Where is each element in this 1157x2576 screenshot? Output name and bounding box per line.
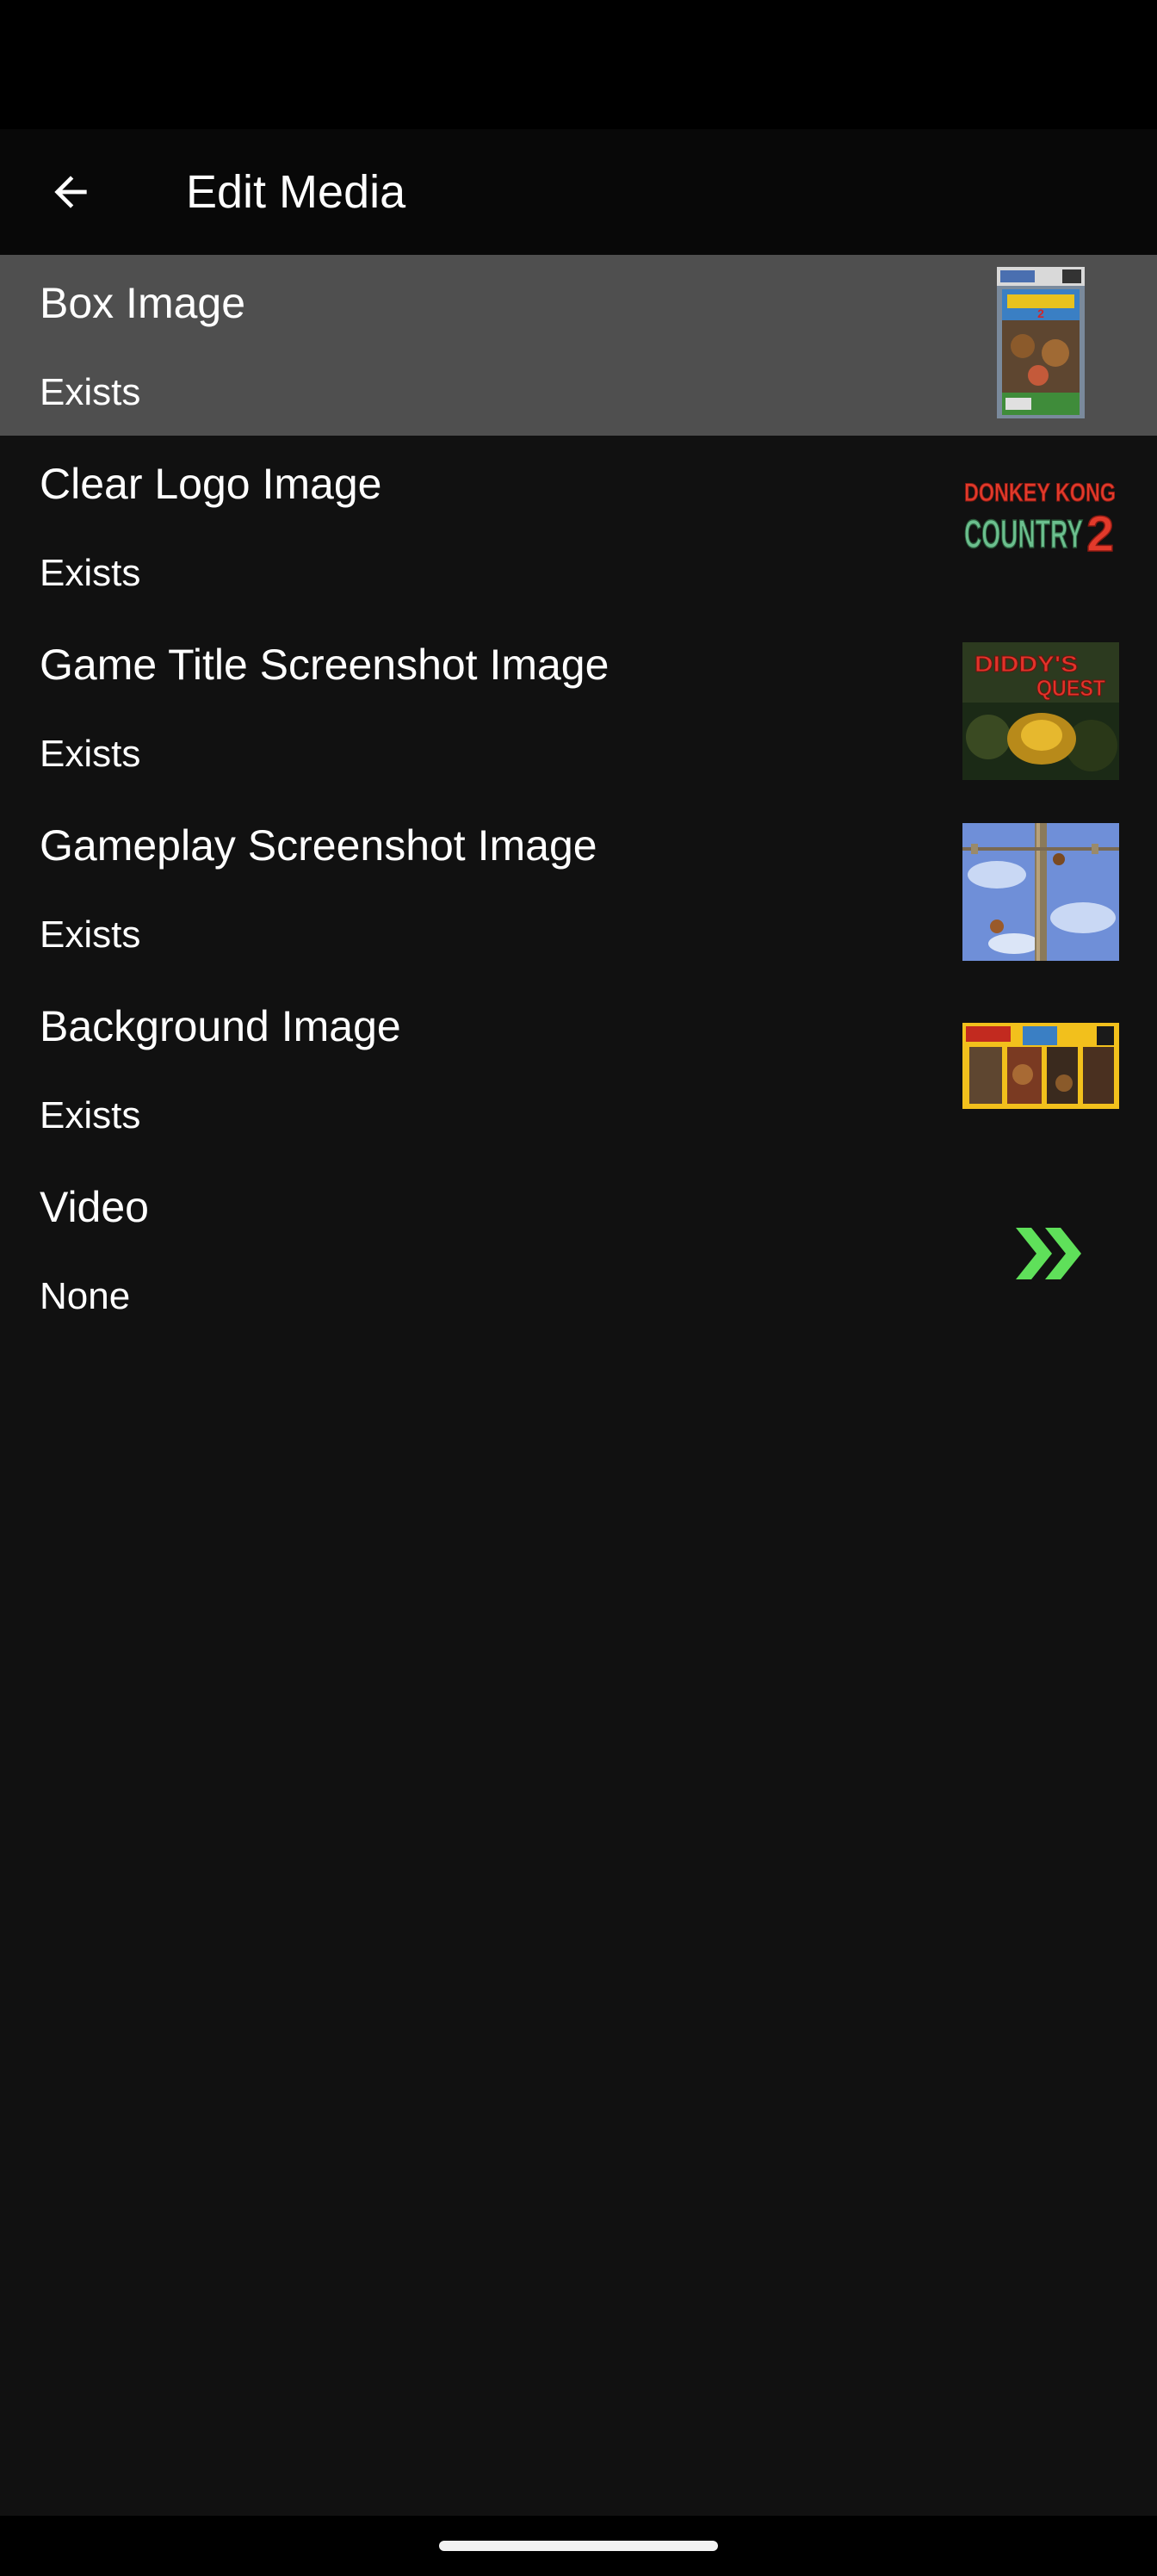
double-chevron-right-icon: [1014, 1224, 1086, 1283]
media-item-label: Background Image: [40, 1002, 401, 1050]
svg-text:2: 2: [1037, 307, 1044, 320]
media-item-box-image[interactable]: Box Image Exists 2: [0, 255, 1157, 436]
media-item-clear-logo-image[interactable]: Clear Logo Image Exists DONKEY KONG COUN…: [0, 436, 1157, 616]
media-item-status: Exists: [40, 913, 141, 956]
box-art-graphic: 2: [997, 267, 1085, 418]
media-item-video[interactable]: Video None: [0, 1159, 1157, 1340]
media-item-status: Exists: [40, 733, 141, 775]
logo-line1: DONKEY KONG: [964, 479, 1116, 507]
clear-logo-thumbnail: DONKEY KONG COUNTRY 2: [962, 470, 1119, 560]
home-indicator[interactable]: [439, 2541, 718, 2551]
media-item-gameplay-screenshot-image[interactable]: Gameplay Screenshot Image Exists: [0, 797, 1157, 978]
media-item-status: Exists: [40, 552, 141, 594]
arrow-left-icon: [54, 176, 87, 208]
media-list: Box Image Exists 2 Clear Logo Image Exis…: [0, 255, 1157, 1340]
media-item-label: Gameplay Screenshot Image: [40, 821, 597, 870]
title-screenshot-graphic: DIDDY'S QUEST: [962, 642, 1119, 780]
title-screen-line1: DIDDY'S: [974, 651, 1078, 677]
logo-line2: COUNTRY: [964, 511, 1083, 556]
media-item-label: Game Title Screenshot Image: [40, 641, 609, 689]
background-graphic: [962, 1023, 1119, 1109]
media-item-status: None: [40, 1275, 131, 1317]
media-item-background-image[interactable]: Background Image Exists: [0, 978, 1157, 1159]
back-button[interactable]: [34, 159, 107, 225]
title-screenshot-thumbnail: DIDDY'S QUEST: [962, 642, 1119, 780]
clear-logo-graphic: DONKEY KONG COUNTRY 2: [963, 479, 1116, 560]
title-screen-line2: QUEST: [1036, 675, 1105, 701]
media-item-status: Exists: [40, 371, 141, 413]
media-item-label: Clear Logo Image: [40, 460, 382, 508]
media-item-label: Box Image: [40, 279, 246, 327]
status-bar: [0, 0, 1157, 129]
media-item-game-title-screenshot-image[interactable]: Game Title Screenshot Image Exists DIDDY…: [0, 616, 1157, 797]
page-title: Edit Media: [186, 166, 406, 218]
media-item-status: Exists: [40, 1094, 141, 1136]
logo-number: 2: [1086, 506, 1114, 560]
app-bar: Edit Media: [0, 129, 1157, 255]
gameplay-screenshot-thumbnail: [962, 823, 1119, 961]
gameplay-screenshot-graphic: [962, 823, 1119, 961]
edit-media-screen: Edit Media Box Image Exists 2 Clear Logo…: [0, 0, 1157, 2576]
box-art-thumbnail: 2: [997, 267, 1085, 418]
background-thumbnail: [962, 1023, 1119, 1109]
media-item-label: Video: [40, 1183, 149, 1231]
